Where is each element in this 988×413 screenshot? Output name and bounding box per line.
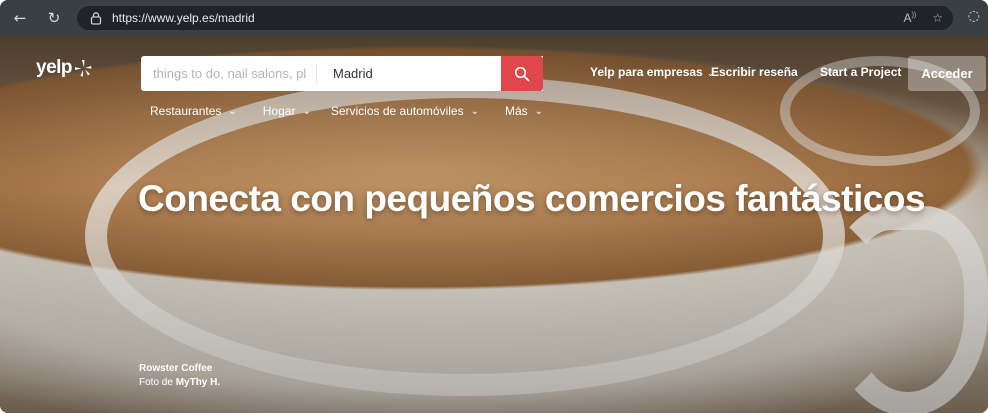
category-label: Más (504, 104, 528, 118)
yelp-logo[interactable]: yelp (36, 57, 92, 79)
search-button[interactable] (501, 56, 543, 91)
url-text[interactable]: https://www.yelp.es/madrid (112, 11, 255, 25)
photo-credit: Rowster Coffee Foto de MyThy H. (139, 362, 220, 390)
search-divider (316, 63, 317, 84)
category-nav: Restaurantes ⌄ Hogar ⌄ Servicios de auto… (150, 104, 569, 118)
hero-overlay (0, 36, 988, 413)
business-menu[interactable]: Yelp para empresas ⌄ (590, 65, 714, 79)
search-icon (514, 66, 530, 81)
hero-headline: Conecta con pequeños comercios fantástic… (138, 178, 926, 219)
hero-banner: yelp Yelp para empresa (0, 36, 988, 413)
copilot-icon[interactable]: ◌ (968, 8, 980, 24)
credit-business-link[interactable]: Rowster Coffee (139, 362, 220, 376)
lock-icon[interactable] (89, 11, 103, 25)
credit-prefix: Foto de (139, 377, 173, 388)
category-hogar[interactable]: Hogar ⌄ (263, 104, 311, 118)
address-bar[interactable]: https://www.yelp.es/madrid A)) ☆ (77, 6, 953, 30)
write-review-link[interactable]: Escribir reseña (711, 65, 798, 79)
login-button[interactable]: Acceder (908, 56, 986, 91)
chevron-down-icon: ⌄ (302, 105, 311, 117)
refresh-icon[interactable]: ↻ (42, 6, 66, 30)
search-bar (141, 56, 543, 91)
chevron-down-icon: ⌄ (470, 105, 479, 117)
address-bar-actions: A)) ☆ (904, 11, 943, 25)
category-label: Servicios de automóviles (330, 104, 464, 118)
category-servicios-automoviles[interactable]: Servicios de automóviles ⌄ (331, 104, 479, 118)
read-aloud-icon[interactable]: A)) (904, 11, 917, 25)
credit-photographer-link[interactable]: MyThy H. (176, 377, 220, 388)
credit-photographer-line: Foto de MyThy H. (139, 376, 220, 390)
browser-window: ← ↻ https://www.yelp.es/madrid A)) ☆ ◌ y… (0, 0, 988, 413)
logo-text: yelp (36, 57, 73, 78)
category-label: Hogar (262, 104, 296, 118)
category-restaurantes[interactable]: Restaurantes ⌄ (150, 104, 237, 118)
category-label: Restaurantes (150, 104, 222, 118)
start-project-link[interactable]: Start a Project (820, 65, 901, 79)
search-input[interactable] (141, 56, 316, 91)
yelp-burst-icon (74, 59, 92, 77)
category-mas[interactable]: Más ⌄ (505, 104, 543, 118)
chevron-down-icon: ⌄ (228, 105, 237, 117)
browser-toolbar: ← ↻ https://www.yelp.es/madrid A)) ☆ ◌ (0, 0, 988, 36)
chevron-down-icon: ⌄ (534, 105, 544, 117)
favorite-star-icon[interactable]: ☆ (932, 11, 943, 25)
business-menu-label: Yelp para empresas (590, 65, 703, 79)
back-arrow-icon[interactable]: ← (8, 6, 32, 30)
